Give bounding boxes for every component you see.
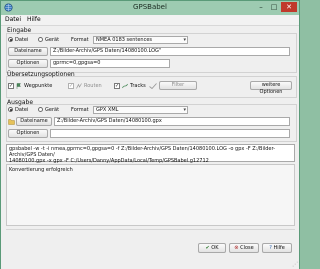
input-filename-button[interactable]: Dateiname (8, 47, 48, 56)
menu-hilfe[interactable]: Hilfe (27, 16, 41, 23)
main-content: Eingabe Datei Gerät Format NMEA 0183 sen… (1, 26, 299, 269)
menu-bar: Datei Hilfe (1, 15, 299, 26)
title-bar[interactable]: GPSBabel – □ ✕ (1, 1, 299, 15)
input-filename-button-label: Dateiname (14, 48, 42, 54)
log-message: Konvertierung erfolgreich (9, 167, 73, 173)
output-options-button-label: Optionen (16, 130, 40, 136)
input-filename-field[interactable]: Z:/Bilder-Archiv/GPS Daten/14080100.LOG" (50, 47, 290, 56)
folder-icon (8, 119, 15, 125)
help-button-label: Hilfe (273, 245, 285, 251)
input-options-field[interactable]: gprmc=0,gpgsa=0 (50, 59, 170, 68)
checkmark-icon: ✔ (205, 245, 210, 251)
chevron-down-icon: ▾ (183, 107, 186, 113)
output-device-radio-label: Gerät (45, 107, 60, 113)
input-group-label: Eingabe (7, 27, 32, 34)
close-button-label: Close (240, 245, 254, 251)
tracks-label: Tracks (130, 83, 146, 89)
filter-button[interactable]: Filter (159, 81, 197, 90)
route-icon (76, 83, 82, 89)
gpsbabel-window: GPSBabel – □ ✕ Datei Hilfe Eingabe Datei… (0, 0, 300, 269)
output-group-label: Ausgabe (7, 99, 34, 106)
output-format-value: GPX XML (96, 107, 119, 113)
input-device-radio[interactable] (38, 37, 43, 42)
output-file-radio[interactable] (8, 107, 13, 112)
question-icon: ? (269, 245, 272, 251)
routes-label: Routen (84, 83, 102, 89)
output-format-label: Format (71, 107, 89, 113)
filter-checkmark-icon (149, 83, 157, 89)
separator (6, 229, 295, 230)
close-window-button[interactable]: ✕ (281, 2, 297, 12)
output-device-radio[interactable] (38, 107, 43, 112)
maximize-button[interactable]: □ (268, 2, 280, 12)
waypoints-checkbox[interactable]: ✓ (8, 83, 14, 89)
output-filename-button-label: Dateiname (20, 118, 48, 124)
command-line-1: gpsbabel -w -t -i nmea,gprmc=0,gpgsa=0 -… (9, 146, 276, 158)
ok-button[interactable]: ✔ OK (198, 243, 226, 253)
output-options-button[interactable]: Optionen (8, 129, 48, 138)
input-file-radio-label: Datei (15, 37, 29, 43)
waypoint-flag-icon (16, 83, 21, 89)
tracks-checkbox[interactable]: ✓ (114, 83, 120, 89)
waypoints-label: Wegpunkte (24, 83, 53, 89)
resize-grip-icon[interactable]: ⋰ (292, 261, 298, 268)
help-button[interactable]: ? Hilfe (262, 243, 292, 253)
filter-button-label: Filter (171, 82, 185, 88)
output-options-field[interactable] (50, 129, 290, 138)
close-button[interactable]: ⊗ Close (229, 243, 259, 253)
cancel-icon: ⊗ (234, 245, 239, 251)
input-format-select[interactable]: NMEA 0183 sentences ▾ (93, 36, 188, 44)
menu-datei[interactable]: Datei (5, 16, 21, 23)
output-format-select[interactable]: GPX XML ▾ (93, 106, 188, 114)
log-output[interactable]: Konvertierung erfolgreich (6, 164, 295, 226)
minimize-button[interactable]: – (255, 2, 267, 12)
input-format-value: NMEA 0183 sentences (96, 37, 153, 43)
input-options-button-label: Optionen (16, 60, 40, 66)
ok-button-label: OK (211, 245, 219, 251)
output-filename-button[interactable]: Dateiname (16, 117, 52, 126)
command-line-box[interactable]: gpsbabel -w -t -i nmea,gprmc=0,gpgsa=0 -… (6, 144, 295, 164)
more-options-button-label: weitere Optionen (259, 82, 283, 95)
track-icon (122, 83, 128, 89)
input-device-radio-label: Gerät (45, 37, 60, 43)
output-file-radio-label: Datei (15, 107, 29, 113)
input-file-radio[interactable] (8, 37, 13, 42)
chevron-down-icon: ▾ (183, 37, 186, 43)
more-options-button[interactable]: weitere Optionen (250, 81, 292, 95)
routes-checkbox[interactable]: ✓ (68, 83, 74, 89)
output-filename-field[interactable]: Z:/Bilder-Archiv/GPS Daten/14080100.gpx (54, 117, 290, 126)
translation-group-label: Übersetzungsoptionen (7, 71, 75, 78)
input-options-button[interactable]: Optionen (8, 59, 48, 68)
input-format-label: Format (71, 37, 89, 43)
